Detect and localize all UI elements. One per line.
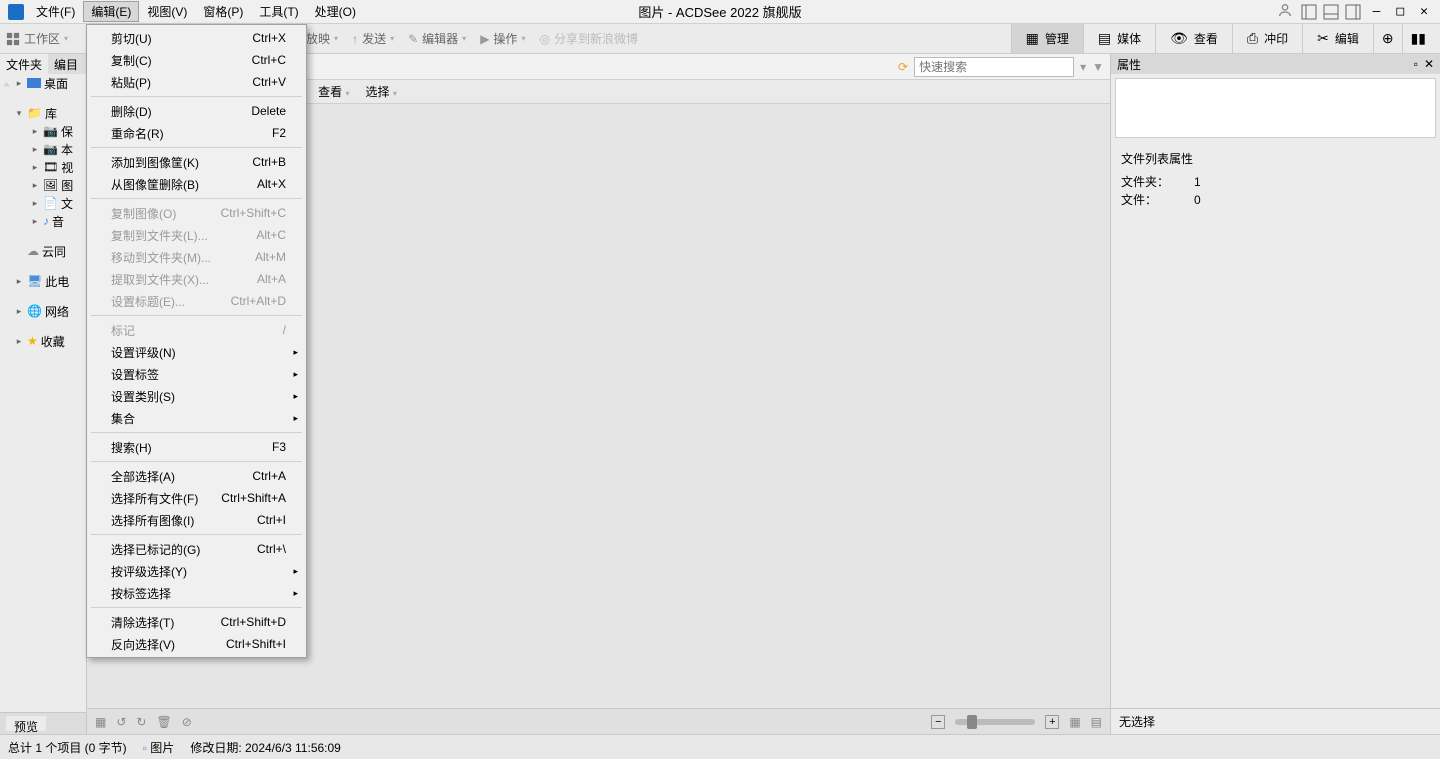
mi-rename[interactable]: 重命名(R)F2	[89, 122, 304, 144]
mi-select-tagged[interactable]: 选择已标记的(G)Ctrl+\	[89, 538, 304, 560]
menu-file[interactable]: 文件(F)	[28, 1, 83, 22]
app-icon	[8, 4, 24, 20]
workspace-button[interactable]: 工作区▾	[6, 30, 68, 47]
menu-edit[interactable]: 编辑(E)	[83, 1, 139, 22]
tree-video[interactable]: ▸🎞视	[0, 158, 86, 176]
mode-view[interactable]: 👁查看	[1155, 24, 1232, 53]
tree-thispc[interactable]: ▸🖥此电	[0, 272, 86, 290]
tree-favorites[interactable]: ▸★收藏	[0, 332, 86, 350]
menu-pane[interactable]: 窗格(P)	[195, 1, 251, 22]
tab-preview[interactable]: 预览	[6, 716, 46, 731]
props-preview-area	[1115, 78, 1436, 138]
search-input[interactable]	[914, 57, 1074, 77]
mi-copy[interactable]: 复制(C)Ctrl+C	[89, 49, 304, 71]
mode-develop[interactable]: ⎙冲印	[1232, 24, 1302, 53]
props-panel-title: 属性	[1117, 56, 1141, 73]
tab-folders[interactable]: 文件夹	[0, 54, 48, 74]
tool-5-icon[interactable]: ⊘	[182, 715, 192, 729]
mode-media[interactable]: ▤媒体	[1083, 24, 1155, 53]
tree-pictures[interactable]: ▸🖼图	[0, 176, 86, 194]
mi-by-rating[interactable]: 按评级选择(Y)▸	[89, 560, 304, 582]
status-folder: ▫ 图片	[143, 739, 175, 756]
tool-3-icon[interactable]: ↻	[136, 715, 146, 729]
tree-desktop[interactable]: ▸桌面	[0, 74, 86, 92]
mi-by-tag[interactable]: 按标签选择▸	[89, 582, 304, 604]
editor-button[interactable]: ✎编辑器▾	[408, 30, 466, 47]
send-button[interactable]: ↑发送▾	[352, 30, 394, 47]
props-header: 文件列表属性	[1121, 150, 1430, 167]
share-button[interactable]: ◎分享到新浪微博	[539, 30, 638, 47]
mode-edit[interactable]: ✂编辑	[1302, 24, 1373, 53]
menu-view[interactable]: 视图(V)	[139, 1, 195, 22]
mi-cut[interactable]: 剪切(U)Ctrl+X	[89, 27, 304, 49]
mi-copy-to: 复制到文件夹(L)...Alt+C	[89, 224, 304, 246]
mi-set-category[interactable]: 设置类别(S)▸	[89, 385, 304, 407]
zoom-out-icon[interactable]: −	[931, 715, 945, 729]
filter-icon[interactable]: ▼	[1092, 60, 1104, 74]
prop-file-label: 文件：	[1121, 191, 1176, 209]
mi-select-all[interactable]: 全部选择(A)Ctrl+A	[89, 465, 304, 487]
props-pin-icon[interactable]: ▫	[1414, 57, 1418, 71]
mi-move-to: 移动到文件夹(M)...Alt+M	[89, 246, 304, 268]
tool-4-icon[interactable]: 🗑	[156, 715, 171, 729]
select-menu[interactable]: 选择 ▾	[366, 83, 397, 100]
mi-tag: 标记/	[89, 319, 304, 341]
mi-set-title: 设置标题(E)...Ctrl+Alt+D	[89, 290, 304, 312]
layout-3-icon[interactable]	[1345, 4, 1361, 20]
props-noselect: 无选择	[1111, 708, 1440, 734]
view-menu[interactable]: 查看 ▾	[318, 83, 349, 100]
user-icon[interactable]	[1277, 2, 1293, 21]
mi-set-rating[interactable]: 设置评级(N)▸	[89, 341, 304, 363]
tree-music[interactable]: ▸♪音	[0, 212, 86, 230]
tree-local[interactable]: ▸📷本	[0, 140, 86, 158]
minimize-button[interactable]: —	[1369, 4, 1385, 19]
mode-365[interactable]: ⊕	[1373, 24, 1402, 53]
prop-folder-label: 文件夹：	[1121, 173, 1176, 191]
tree-library[interactable]: ▾📁库	[0, 104, 86, 122]
mode-manage[interactable]: ▦管理	[1011, 24, 1083, 53]
zoom-in-icon[interactable]: +	[1045, 715, 1059, 729]
layout-2-icon[interactable]	[1323, 4, 1339, 20]
mi-remove-basket[interactable]: 从图像筐删除(B)Alt+X	[89, 173, 304, 195]
tree-saved[interactable]: ▸📷保	[0, 122, 86, 140]
prop-folder-value: 1	[1194, 173, 1201, 191]
tab-catalog[interactable]: 编目	[48, 54, 84, 74]
mi-set-collection[interactable]: 集合▸	[89, 407, 304, 429]
search-dropdown-icon[interactable]: ▾	[1080, 60, 1086, 74]
mi-search[interactable]: 搜索(H)F3	[89, 436, 304, 458]
close-button[interactable]: ✕	[1416, 4, 1432, 19]
tree-network[interactable]: ▸🌐网络	[0, 302, 86, 320]
mi-select-files[interactable]: 选择所有文件(F)Ctrl+Shift+A	[89, 487, 304, 509]
tool-2-icon[interactable]: ↺	[116, 715, 126, 729]
mi-invert-sel[interactable]: 反向选择(V)Ctrl+Shift+I	[89, 633, 304, 655]
zoom-slider[interactable]	[955, 719, 1035, 725]
viewmode-1-icon[interactable]: ▦	[1069, 715, 1080, 729]
operate-button[interactable]: ▶操作▾	[480, 30, 525, 47]
tree-docs[interactable]: ▸📄文	[0, 194, 86, 212]
layout-1-icon[interactable]	[1301, 4, 1317, 20]
menu-tools[interactable]: 工具(T)	[251, 1, 306, 22]
props-close-icon[interactable]: ✕	[1424, 57, 1434, 71]
prop-file-value: 0	[1194, 191, 1201, 209]
mi-select-images[interactable]: 选择所有图像(I)Ctrl+I	[89, 509, 304, 531]
mi-paste[interactable]: 粘贴(P)Ctrl+V	[89, 71, 304, 93]
mi-extract-to: 提取到文件夹(X)...Alt+A	[89, 268, 304, 290]
mi-add-basket[interactable]: 添加到图像筐(K)Ctrl+B	[89, 151, 304, 173]
refresh-icon[interactable]: ⟳	[898, 60, 908, 74]
status-total: 总计 1 个项目 (0 字节)	[8, 739, 127, 756]
mi-clear-sel[interactable]: 清除选择(T)Ctrl+Shift+D	[89, 611, 304, 633]
mi-copy-image: 复制图像(O)Ctrl+Shift+C	[89, 202, 304, 224]
status-modified: 修改日期: 2024/6/3 11:56:09	[190, 739, 341, 756]
mode-dashboard[interactable]: ▮▮	[1402, 24, 1434, 53]
mi-set-tag[interactable]: 设置标签▸	[89, 363, 304, 385]
viewmode-2-icon[interactable]: ▤	[1091, 715, 1102, 729]
tool-1-icon[interactable]: ▦	[95, 715, 106, 729]
edit-menu-dropdown: 剪切(U)Ctrl+X 复制(C)Ctrl+C 粘贴(P)Ctrl+V 删除(D…	[86, 24, 307, 658]
maximize-button[interactable]: □	[1392, 4, 1408, 19]
menu-process[interactable]: 处理(O)	[307, 1, 364, 22]
tree-cloud[interactable]: ☁云同	[0, 242, 86, 260]
mi-delete[interactable]: 删除(D)Delete	[89, 100, 304, 122]
